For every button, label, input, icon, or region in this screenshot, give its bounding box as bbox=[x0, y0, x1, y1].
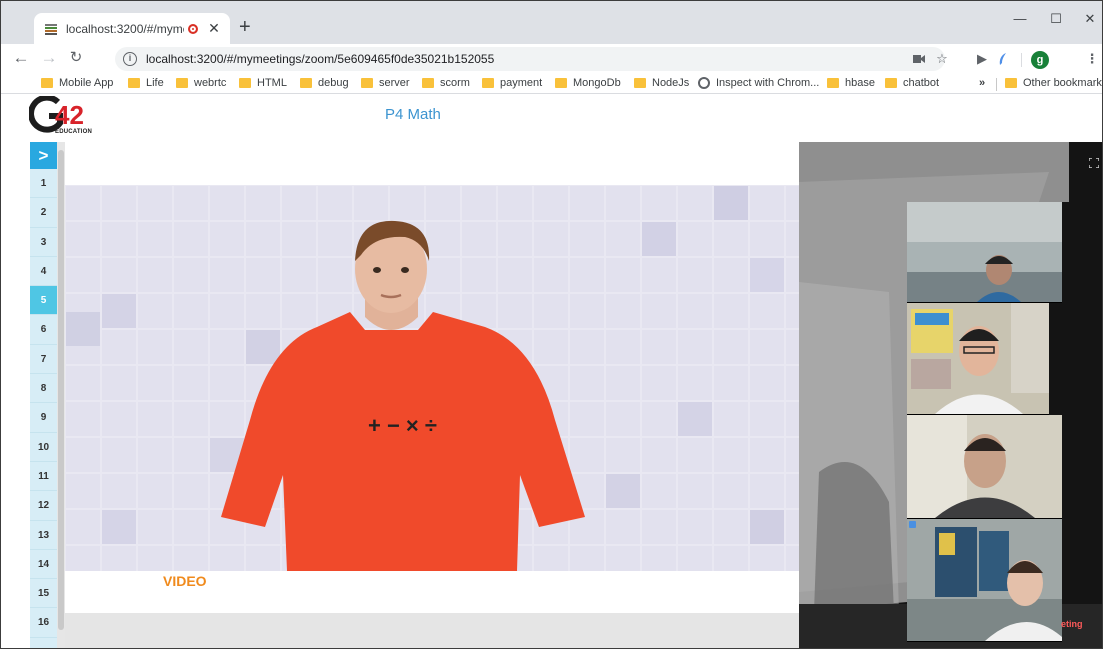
participant-video-2[interactable] bbox=[907, 303, 1049, 415]
bookmark-chatbot[interactable]: chatbot bbox=[885, 77, 939, 89]
maximize-icon[interactable]: ☐ bbox=[1041, 11, 1071, 27]
participant-video-3[interactable] bbox=[907, 415, 1062, 519]
folder-icon bbox=[422, 78, 434, 88]
toggle-sidebar-button[interactable]: > bbox=[30, 142, 57, 169]
bookmark-webrtc[interactable]: webrtc bbox=[176, 77, 226, 89]
participant-video-1[interactable] bbox=[907, 202, 1062, 303]
folder-icon bbox=[827, 78, 839, 88]
recording-icon bbox=[188, 23, 198, 34]
participant-3-image bbox=[907, 415, 1062, 518]
reload-icon[interactable]: ↻ bbox=[65, 48, 87, 68]
slide-item-8[interactable]: 8 bbox=[30, 374, 57, 404]
participant-1-image bbox=[907, 202, 1062, 302]
folder-icon bbox=[128, 78, 140, 88]
favicon-icon bbox=[45, 23, 57, 35]
slide-content: + − × ÷ VIDEO bbox=[65, 142, 799, 648]
other-bookmarks[interactable]: Other bookmarks bbox=[1005, 77, 1102, 89]
slide-nav-scrollbar[interactable] bbox=[57, 142, 65, 648]
new-tab-button[interactable]: + bbox=[239, 16, 251, 38]
participant-thumbnails bbox=[907, 202, 1062, 642]
expand-icon[interactable] bbox=[1089, 158, 1099, 168]
slide-item-1[interactable]: 1 bbox=[30, 169, 57, 199]
browser-tab[interactable]: localhost:3200/#/mymeeting ✕ bbox=[34, 13, 230, 44]
participant-video-4[interactable] bbox=[907, 519, 1062, 642]
slide-item-13[interactable]: 13 bbox=[30, 521, 57, 550]
profile-avatar[interactable]: g bbox=[1031, 51, 1049, 69]
slide-navigator: > 1 2 3 4 5 6 7 8 9 10 11 12 13 14 15 16 bbox=[30, 142, 57, 648]
video-meeting-panel: eting bbox=[799, 142, 1102, 648]
slide-caption: VIDEO bbox=[163, 573, 207, 589]
close-window-icon[interactable]: ✕ bbox=[1075, 11, 1102, 27]
bookmark-life[interactable]: Life bbox=[128, 77, 164, 89]
slide-item-7[interactable]: 7 bbox=[30, 345, 57, 375]
slide-item-10[interactable]: 10 bbox=[30, 433, 57, 462]
bookmark-html[interactable]: HTML bbox=[239, 77, 287, 89]
logo-education-text: EDUCATION bbox=[55, 129, 93, 135]
page-title: P4 Math bbox=[385, 106, 441, 123]
slide-item-11[interactable]: 11 bbox=[30, 462, 57, 492]
minimize-icon[interactable]: — bbox=[1005, 11, 1035, 26]
forward-arrow-icon[interactable]: → bbox=[38, 48, 60, 68]
slide-item-5[interactable]: 5 bbox=[30, 286, 57, 316]
slide-item-15[interactable]: 15 bbox=[30, 579, 57, 609]
folder-icon bbox=[1005, 78, 1017, 88]
back-arrow-icon[interactable]: ← bbox=[10, 48, 32, 68]
address-bar[interactable]: i localhost:3200/#/mymeetings/zoom/5e609… bbox=[115, 47, 945, 71]
bookmarks-bar: Mobile App Life webrtc HTML debug server… bbox=[1, 74, 1102, 94]
bookmarks-divider bbox=[996, 78, 997, 91]
bookmark-mongodb[interactable]: MongoDb bbox=[555, 77, 621, 89]
slide-item-6[interactable]: 6 bbox=[30, 315, 57, 345]
tab-title: localhost:3200/#/mymeeting bbox=[66, 21, 184, 36]
folder-icon bbox=[555, 78, 567, 88]
folder-icon bbox=[482, 78, 494, 88]
slide-item-4[interactable]: 4 bbox=[30, 257, 57, 287]
slide-item-14[interactable]: 14 bbox=[30, 550, 57, 580]
folder-icon bbox=[361, 78, 373, 88]
url-text: localhost:3200/#/mymeetings/zoom/5e60946… bbox=[146, 52, 495, 66]
bookmark-server[interactable]: server bbox=[361, 77, 410, 89]
bookmark-scorm[interactable]: scorm bbox=[422, 77, 470, 89]
folder-icon bbox=[634, 78, 646, 88]
folder-icon bbox=[176, 78, 188, 88]
folder-icon bbox=[239, 78, 251, 88]
bookmark-payment[interactable]: payment bbox=[482, 77, 542, 89]
app-header: 42 EDUCATION P4 Math bbox=[1, 95, 1102, 141]
star-icon[interactable]: ☆ bbox=[933, 51, 951, 67]
svg-text:42: 42 bbox=[55, 100, 84, 130]
meeting-label: eting bbox=[1061, 619, 1083, 629]
participant-2-image bbox=[907, 303, 1049, 414]
tab-strip: localhost:3200/#/mymeeting ✕ + — ☐ ✕ bbox=[1, 1, 1102, 44]
scrollbar-thumb[interactable] bbox=[58, 150, 64, 630]
menu-dots-icon[interactable]: ⋮ bbox=[1083, 51, 1101, 67]
slide-item-12[interactable]: 12 bbox=[30, 491, 57, 521]
site-info-icon[interactable]: i bbox=[123, 52, 137, 66]
shirt-math-symbols: + − × ÷ bbox=[368, 413, 437, 438]
folder-icon bbox=[41, 78, 53, 88]
lesson-video[interactable]: + − × ÷ bbox=[65, 185, 799, 571]
camera-icon[interactable] bbox=[913, 54, 925, 64]
slide-item-3[interactable]: 3 bbox=[30, 228, 57, 257]
bookmark-debug[interactable]: debug bbox=[300, 77, 349, 89]
participant-4-image bbox=[907, 519, 1062, 641]
bookmark-inspect[interactable]: Inspect with Chrom... bbox=[698, 77, 819, 89]
folder-icon bbox=[885, 78, 897, 88]
bookmark-nodejs[interactable]: NodeJs bbox=[634, 77, 689, 89]
slide-item-16[interactable]: 16 bbox=[30, 608, 57, 638]
video-frame-image bbox=[65, 185, 799, 571]
browser-toolbar: ← → ↻ i localhost:3200/#/mymeetings/zoom… bbox=[1, 44, 1102, 74]
bookmarks-overflow-button[interactable]: » bbox=[979, 77, 985, 89]
close-tab-icon[interactable]: ✕ bbox=[206, 20, 222, 37]
folder-icon bbox=[300, 78, 312, 88]
extension-icon[interactable] bbox=[997, 52, 1009, 66]
globe-icon bbox=[698, 77, 710, 89]
slide-footer bbox=[65, 613, 799, 648]
play-extension-icon[interactable]: ▶ bbox=[973, 51, 991, 67]
slide-item-9[interactable]: 9 bbox=[30, 403, 57, 433]
toolbar-divider bbox=[1021, 53, 1022, 67]
slide-item-2[interactable]: 2 bbox=[30, 198, 57, 228]
bookmark-mobile-app[interactable]: Mobile App bbox=[41, 77, 113, 89]
bookmark-hbase[interactable]: hbase bbox=[827, 77, 875, 89]
browser-window: localhost:3200/#/mymeeting ✕ + — ☐ ✕ ← →… bbox=[0, 0, 1103, 649]
